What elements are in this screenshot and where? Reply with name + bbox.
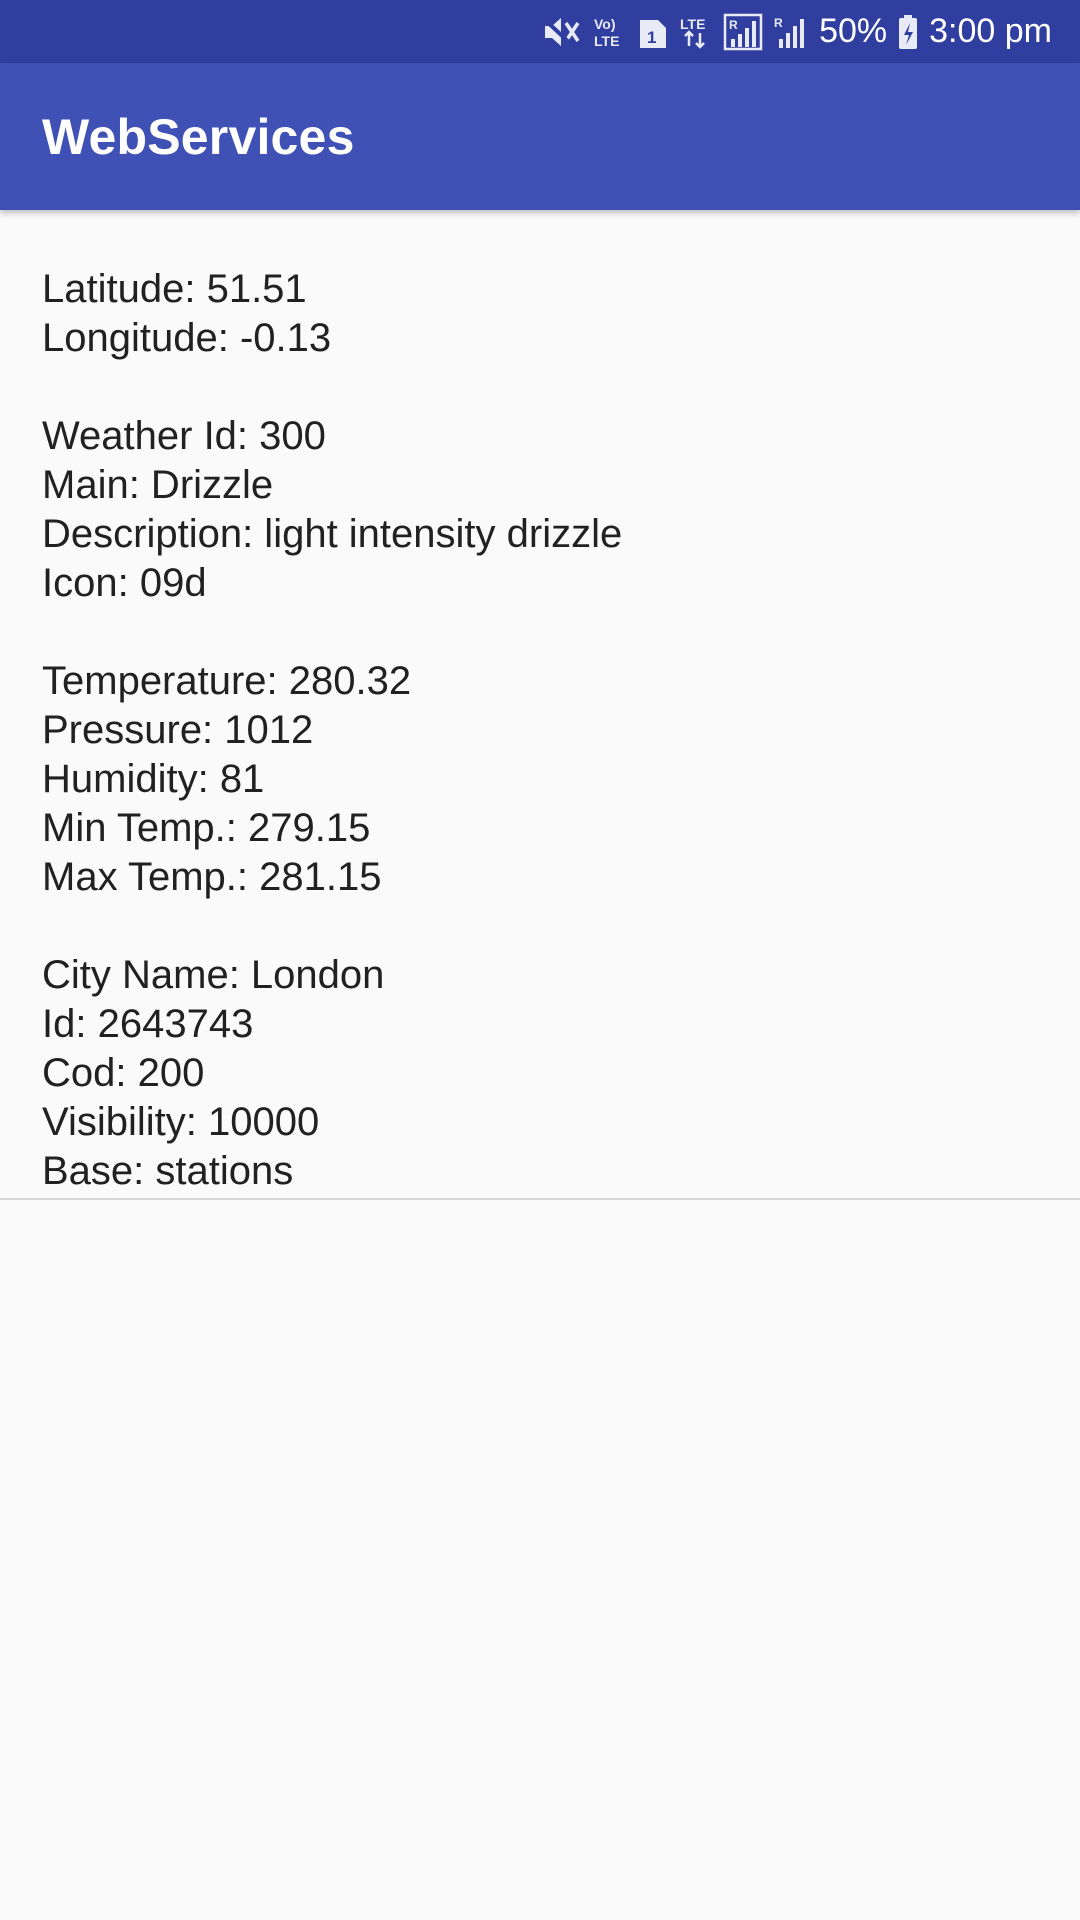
city-section: City Name: London Id: 2643743 Cod: 200 V…	[42, 951, 1042, 1196]
icon-code-text: Icon: 09d	[42, 561, 207, 605]
volte-icon: Vo) LTE	[591, 14, 627, 50]
cod-text: Cod: 200	[42, 1051, 205, 1095]
svg-text:LTE: LTE	[594, 33, 619, 49]
app-title: WebServices	[42, 108, 355, 165]
weather-details: Latitude: 51.51 Longitude: -0.13 Weather…	[42, 265, 1042, 1196]
signal-r2-icon: R	[773, 14, 809, 50]
humidity-text: Humidity: 81	[42, 757, 265, 801]
svg-text:Vo): Vo)	[594, 16, 616, 32]
battery-percent: 50%	[819, 12, 888, 50]
status-icons: Vo) LTE 1 LTE R R 50% 3:00 pm	[541, 12, 1052, 51]
base-text: Base: stations	[42, 1149, 294, 1193]
svg-text:R: R	[729, 18, 738, 32]
city-id-text: Id: 2643743	[42, 1002, 254, 1046]
visibility-text: Visibility: 10000	[42, 1100, 320, 1144]
content-divider	[0, 1198, 1080, 1200]
svg-text:1: 1	[647, 28, 656, 47]
city-name-text: City Name: London	[42, 953, 385, 997]
weather-id-text: Weather Id: 300	[42, 414, 326, 458]
min-temp-text: Min Temp.: 279.15	[42, 806, 371, 850]
longitude-text: Longitude: -0.13	[42, 316, 332, 360]
coordinates-section: Latitude: 51.51 Longitude: -0.13	[42, 265, 1042, 363]
lte-data-icon: LTE	[679, 14, 713, 50]
temperature-text: Temperature: 280.32	[42, 659, 412, 703]
pressure-text: Pressure: 1012	[42, 708, 314, 752]
main-text: Main: Drizzle	[42, 463, 274, 507]
weather-section: Weather Id: 300 Main: Drizzle Descriptio…	[42, 412, 1042, 608]
svg-text:LTE: LTE	[680, 16, 705, 32]
svg-text:R: R	[774, 16, 783, 30]
signal-r-icon: R	[723, 13, 763, 51]
main-section: Temperature: 280.32 Pressure: 1012 Humid…	[42, 657, 1042, 902]
battery-charging-icon	[897, 14, 919, 50]
status-time: 3:00 pm	[929, 12, 1052, 50]
mute-icon	[541, 14, 581, 50]
max-temp-text: Max Temp.: 281.15	[42, 855, 382, 899]
sim-1-icon: 1	[637, 14, 669, 50]
app-bar: WebServices	[0, 63, 1080, 210]
description-text: Description: light intensity drizzle	[42, 512, 623, 556]
latitude-text: Latitude: 51.51	[42, 267, 307, 311]
status-bar: Vo) LTE 1 LTE R R 50% 3:00 pm	[0, 0, 1080, 63]
